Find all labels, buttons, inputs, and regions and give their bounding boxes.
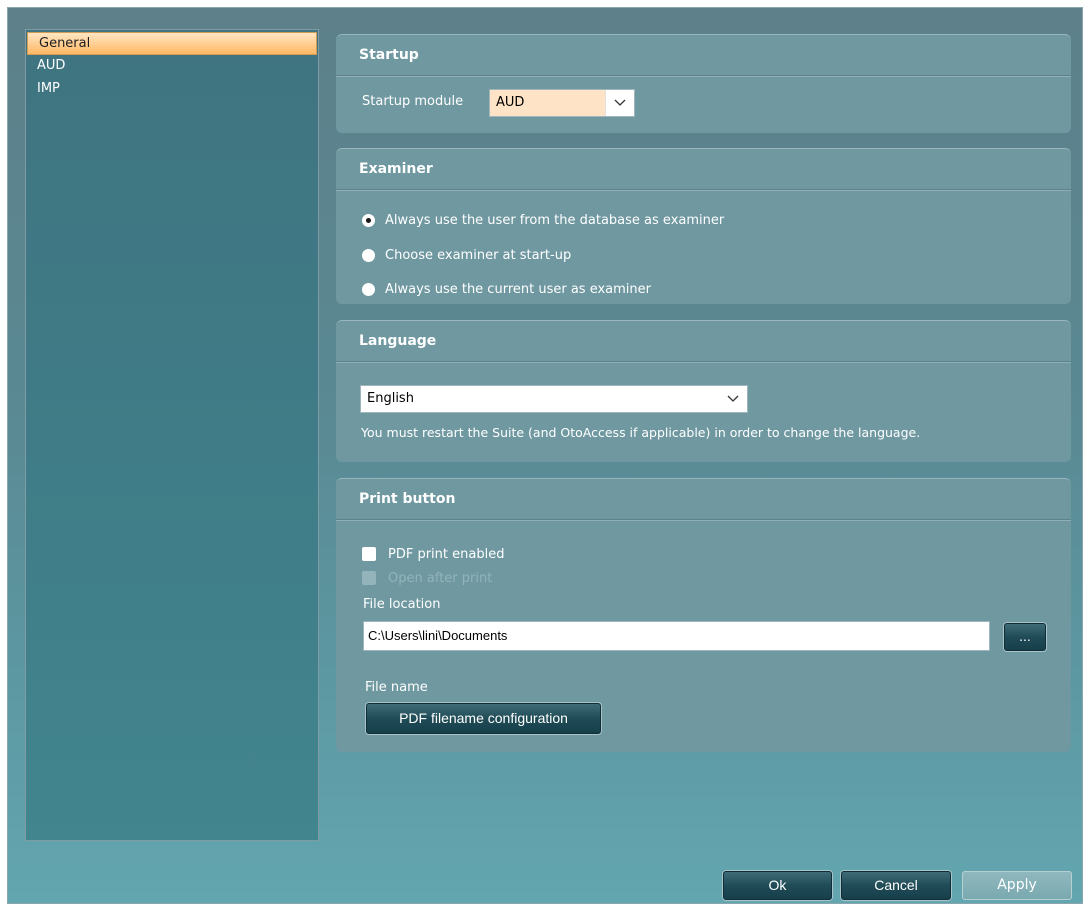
language-select[interactable]: English xyxy=(360,385,748,413)
browse-button[interactable]: ... xyxy=(1004,623,1046,651)
print-panel: Print button PDF print enabled Open afte… xyxy=(336,478,1071,752)
examiner-option-startup[interactable]: Choose examiner at start-up xyxy=(362,245,571,265)
examiner-panel-title: Examiner xyxy=(336,149,1071,190)
examiner-option-label: Choose examiner at start-up xyxy=(385,247,572,263)
cancel-button[interactable]: Cancel xyxy=(841,871,951,900)
chevron-down-icon[interactable] xyxy=(605,90,634,116)
startup-panel: Startup Startup module AUD xyxy=(336,34,1071,133)
sidebar-item-aud[interactable]: AUD xyxy=(26,55,318,78)
radio-button[interactable] xyxy=(362,282,375,296)
file-name-label: File name xyxy=(365,680,428,695)
apply-button[interactable]: Apply xyxy=(962,871,1072,900)
ok-button[interactable]: Ok xyxy=(723,871,832,900)
pdf-print-enabled-checkbox-row[interactable]: PDF print enabled xyxy=(362,544,504,564)
pdf-filename-configuration-button[interactable]: PDF filename configuration xyxy=(366,703,601,734)
examiner-option-database[interactable]: Always use the user from the database as… xyxy=(362,210,724,230)
open-after-print-label: Open after print xyxy=(388,570,493,586)
pdf-print-enabled-label: PDF print enabled xyxy=(388,546,505,562)
chevron-down-icon[interactable] xyxy=(719,386,747,412)
language-restart-note: You must restart the Suite (and OtoAcces… xyxy=(361,425,921,440)
examiner-option-label: Always use the current user as examiner xyxy=(385,281,651,297)
radio-button[interactable] xyxy=(362,248,375,262)
startup-module-select[interactable]: AUD xyxy=(489,89,635,117)
language-panel: Language English You must restart the Su… xyxy=(336,320,1071,462)
sidebar-item-imp[interactable]: IMP xyxy=(26,78,318,101)
startup-panel-title: Startup xyxy=(336,35,1071,76)
examiner-option-label: Always use the user from the database as… xyxy=(385,212,725,228)
print-panel-title: Print button xyxy=(336,479,1071,520)
sidebar: General AUD IMP xyxy=(25,29,319,841)
sidebar-item-general[interactable]: General xyxy=(27,32,317,55)
file-location-input[interactable]: C:\Users\lini\Documents xyxy=(363,621,990,651)
radio-button-selected[interactable] xyxy=(362,213,375,227)
file-location-label: File location xyxy=(363,597,441,612)
startup-module-value: AUD xyxy=(496,95,525,110)
open-after-print-checkbox-row: Open after print xyxy=(362,568,492,588)
language-panel-title: Language xyxy=(336,321,1071,362)
open-after-print-checkbox xyxy=(362,571,376,585)
pdf-print-enabled-checkbox[interactable] xyxy=(362,547,376,561)
examiner-option-current-user[interactable]: Always use the current user as examiner xyxy=(362,279,651,299)
language-value: English xyxy=(367,391,414,406)
startup-module-label: Startup module xyxy=(362,94,464,109)
examiner-panel: Examiner Always use the user from the da… xyxy=(336,148,1071,304)
